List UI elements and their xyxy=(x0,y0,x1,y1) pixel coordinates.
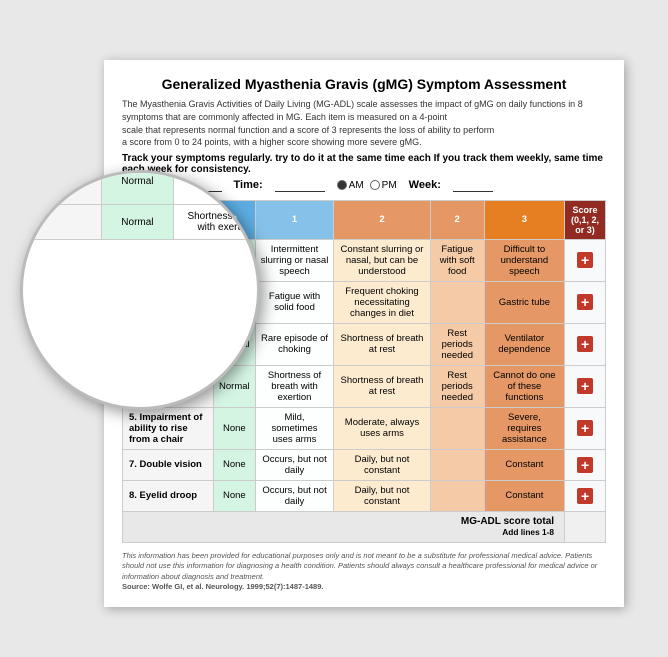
talking-plus-btn[interactable]: + xyxy=(577,252,593,268)
magnifier-overlay: Grade 0 1 2 1. Talking Normal Intermitte… xyxy=(20,170,260,410)
double-vision-grade2a: Daily, but not constant xyxy=(334,449,430,480)
chair-score: + xyxy=(565,407,606,449)
score-col-header: Score(0,1, 2, or 3) xyxy=(565,200,606,239)
double-vision-score: + xyxy=(565,449,606,480)
eyelid-score: + xyxy=(565,480,606,511)
chair-grade3: Severe, requires assistance xyxy=(484,407,564,449)
talking-grade3: Difficult to understand speech xyxy=(484,239,564,281)
breathing-grade2a: Shortness of breath at rest xyxy=(334,365,430,407)
double-vision-grade0: None xyxy=(214,449,256,480)
table-row: 8. Eyelid droop None Occurs, but not dai… xyxy=(123,480,606,511)
chewing-grade3: Gastric tube xyxy=(484,281,564,323)
table-row: 5. Impairment of ability to rise from a … xyxy=(123,407,606,449)
row-double-vision-label: 7. Double vision xyxy=(123,449,214,480)
chair-grade2b xyxy=(430,407,484,449)
total-row: MG-ADL score total Add lines 1-8 xyxy=(123,511,606,542)
table-row: 7. Double vision None Occurs, but not da… xyxy=(123,449,606,480)
double-vision-plus-btn[interactable]: + xyxy=(577,457,593,473)
talking-grade1: Intermittent slurring or nasal speech xyxy=(255,239,334,281)
talking-grade2a: Constant slurring or nasal, but can be u… xyxy=(334,239,430,281)
magnifier-table: Grade 0 1 2 1. Talking Normal Intermitte… xyxy=(20,170,260,240)
chewing-grade2b xyxy=(430,281,484,323)
chewing-grade1: Fatigue with solid food xyxy=(255,281,334,323)
eyelid-grade0: None xyxy=(214,480,256,511)
mag-row-swallowing: Swallowing Normal Rare episode choking F… xyxy=(20,170,260,205)
col-2a-header: 2 xyxy=(334,200,430,239)
total-score-cell xyxy=(565,511,606,542)
col-1-header: 1 xyxy=(255,200,334,239)
talking-score: + xyxy=(565,239,606,281)
mag-breathing-col0: Normal xyxy=(102,205,174,240)
col-2b-header: 2 xyxy=(430,200,484,239)
mag-swallowing-col1: Rare episode choking xyxy=(173,170,260,205)
swallowing-grade2b: Rest periods needed xyxy=(430,323,484,365)
talking-grade2b: Fatigue with soft food xyxy=(430,239,484,281)
mag-row-breathing: Normal Shortness breath with exertion Sh… xyxy=(20,205,260,240)
chewing-plus-btn[interactable]: + xyxy=(577,294,593,310)
eyelid-grade2a: Daily, but not constant xyxy=(334,480,430,511)
row-chair-label: 5. Impairment of ability to rise from a … xyxy=(123,407,214,449)
description-text: The Myasthenia Gravis Activities of Dail… xyxy=(122,98,606,148)
mag-breathing-col1: Shortness breath with exertion xyxy=(173,205,260,240)
track-instruction: Track your symptoms regularly. try to do… xyxy=(122,153,606,175)
mag-swallowing-label: Swallowing xyxy=(20,170,102,205)
chair-plus-btn[interactable]: + xyxy=(577,420,593,436)
double-vision-grade2b xyxy=(430,449,484,480)
chair-grade1: Mild, sometimes uses arms xyxy=(255,407,334,449)
time-input[interactable] xyxy=(275,179,325,192)
swallowing-grade2a: Shortness of breath at rest xyxy=(334,323,430,365)
breathing-plus-btn[interactable]: + xyxy=(577,378,593,394)
breathing-grade2b: Rest periods needed xyxy=(430,365,484,407)
chewing-score: + xyxy=(565,281,606,323)
am-pm-group: AM PM xyxy=(337,180,397,191)
swallowing-grade3: Ventilator dependence xyxy=(484,323,564,365)
double-vision-grade1: Occurs, but not daily xyxy=(255,449,334,480)
swallowing-plus-btn[interactable]: + xyxy=(577,336,593,352)
breathing-grade3: Cannot do one of these functions xyxy=(484,365,564,407)
chair-grade0: None xyxy=(214,407,256,449)
footer-text: This information has been provided for e… xyxy=(122,551,606,593)
week-label: Week: xyxy=(409,179,441,191)
col-3-header: 3 xyxy=(484,200,564,239)
chewing-grade2a: Frequent choking necessitating changes i… xyxy=(334,281,430,323)
swallowing-grade1: Rare episode of choking xyxy=(255,323,334,365)
pm-option[interactable]: PM xyxy=(370,180,397,191)
mag-breathing-label xyxy=(20,205,102,240)
row-eyelid-label: 8. Eyelid droop xyxy=(123,480,214,511)
swallowing-score: + xyxy=(565,323,606,365)
breathing-grade1: Shortness of breath with exertion xyxy=(255,365,334,407)
week-input[interactable] xyxy=(453,179,493,192)
chair-grade2a: Moderate, always uses arms xyxy=(334,407,430,449)
total-label: MG-ADL score total Add lines 1-8 xyxy=(123,511,565,542)
mag-swallowing-col0: Normal xyxy=(102,170,174,205)
page-title: Generalized Myasthenia Gravis (gMG) Symp… xyxy=(122,76,606,92)
breathing-score: + xyxy=(565,365,606,407)
magnifier-content: Grade 0 1 2 1. Talking Normal Intermitte… xyxy=(20,170,260,240)
am-option[interactable]: AM xyxy=(337,180,364,191)
eyelid-grade3: Constant xyxy=(484,480,564,511)
double-vision-grade3: Constant xyxy=(484,449,564,480)
eyelid-grade2b xyxy=(430,480,484,511)
eyelid-plus-btn[interactable]: + xyxy=(577,488,593,504)
eyelid-grade1: Occurs, but not daily xyxy=(255,480,334,511)
